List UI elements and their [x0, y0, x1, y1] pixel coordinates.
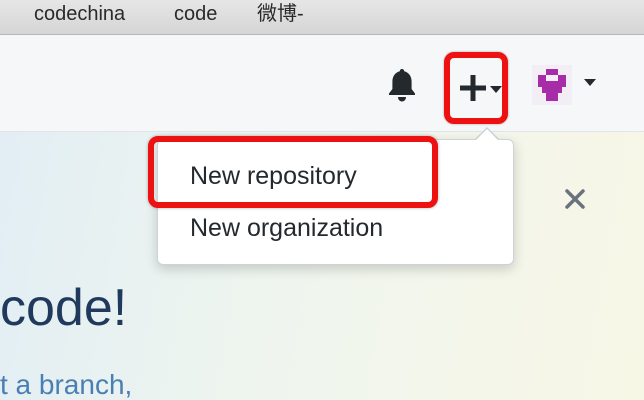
chevron-down-icon [490, 86, 502, 93]
page-subline[interactable]: t a branch, [0, 368, 132, 400]
site-header [0, 35, 644, 132]
new-menu-button[interactable] [444, 52, 508, 124]
bell-icon[interactable] [386, 67, 418, 103]
avatar[interactable] [532, 65, 572, 105]
menu-item-new-organization[interactable]: New organization [190, 213, 383, 243]
bookmark-weibo[interactable]: 微博- [257, 2, 304, 26]
dropdown-caret-fill [475, 129, 499, 141]
bookmarks-bar: codechina code 微博- [0, 0, 644, 35]
page-headline: code! [0, 279, 128, 337]
avatar-chevron-down-icon[interactable] [584, 79, 596, 86]
highlight-new-repository [148, 136, 438, 208]
bookmark-code[interactable]: code [174, 2, 217, 26]
close-icon[interactable] [564, 188, 586, 210]
bookmark-codechina[interactable]: codechina [34, 2, 125, 26]
plus-icon [460, 75, 486, 101]
